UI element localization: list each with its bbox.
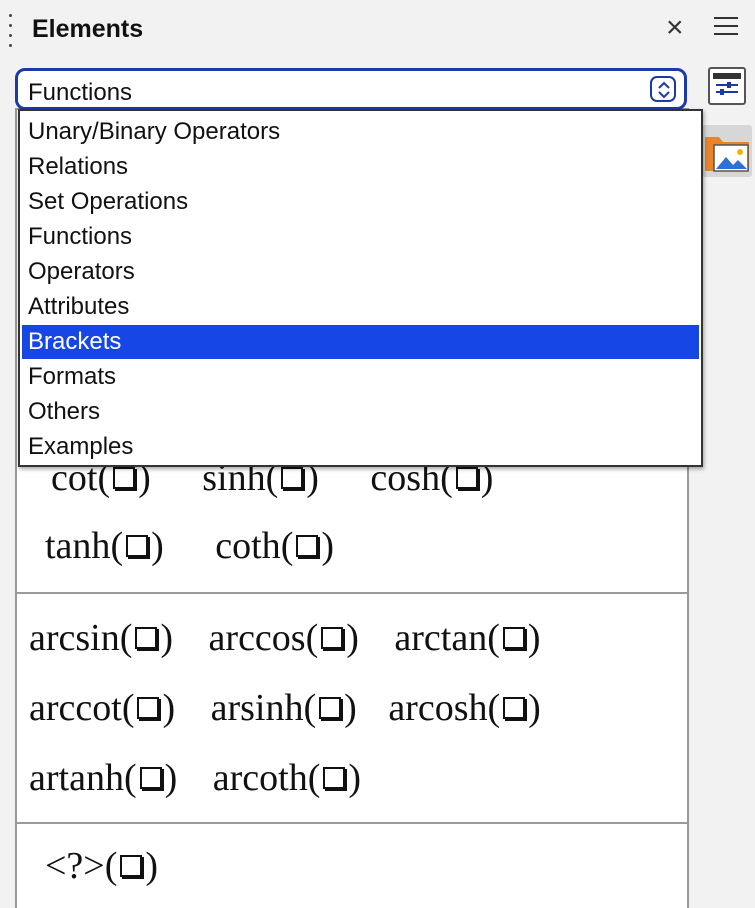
dropdown-option-unary-binary-operators[interactable]: Unary/Binary Operators [22, 115, 699, 149]
element-row: arcsin() arccos() arctan() [29, 618, 541, 658]
hamburger-menu-icon[interactable] [714, 17, 738, 41]
placeholder-icon [126, 535, 149, 557]
group-separator [17, 592, 687, 594]
dropdown-option-set-operations[interactable]: Set Operations [22, 185, 699, 219]
placeholder-icon [139, 767, 162, 789]
element-arctan[interactable]: arctan() [394, 618, 540, 658]
group-separator [17, 822, 687, 824]
element-arcsin[interactable]: arcsin() [29, 618, 173, 658]
element-row: arccot() arsinh() arcosh() [29, 688, 541, 728]
placeholder-icon [296, 535, 319, 557]
element-row: tanh() coth() [45, 526, 334, 566]
element-artanh[interactable]: artanh() [29, 758, 177, 798]
element-custom-function[interactable]: <?>() [45, 846, 158, 886]
dropdown-option-operators[interactable]: Operators [22, 255, 699, 289]
element-tanh[interactable]: tanh() [45, 526, 164, 566]
element-row: artanh() arcoth() [29, 758, 361, 798]
element-arccos[interactable]: arccos() [209, 618, 359, 658]
properties-icon[interactable] [708, 67, 746, 105]
placeholder-icon [455, 467, 478, 489]
category-dropdown-list: Unary/Binary Operators Relations Set Ope… [18, 109, 703, 467]
element-arsinh[interactable]: arsinh() [211, 688, 357, 728]
gallery-icon[interactable] [702, 125, 752, 177]
dropdown-option-functions[interactable]: Functions [22, 220, 699, 254]
drag-handle-icon[interactable] [8, 14, 14, 52]
placeholder-icon [502, 627, 525, 649]
placeholder-icon [323, 767, 346, 789]
element-arccot[interactable]: arccot() [29, 688, 175, 728]
placeholder-icon [503, 697, 526, 719]
category-combobox[interactable]: Functions [15, 68, 687, 110]
placeholder-icon [321, 627, 344, 649]
category-selected-value: Functions [28, 79, 133, 106]
dropdown-option-examples[interactable]: Examples [22, 430, 699, 464]
panel-title: Elements [32, 15, 144, 43]
dropdown-option-brackets[interactable]: Brackets [22, 325, 699, 359]
element-row: <?>() [45, 846, 158, 886]
element-coth[interactable]: coth() [215, 526, 334, 566]
element-arcoth[interactable]: arcoth() [213, 758, 361, 798]
placeholder-icon [137, 697, 160, 719]
panel-header: Elements × [0, 0, 755, 62]
dropdown-option-formats[interactable]: Formats [22, 360, 699, 394]
placeholder-icon [120, 855, 143, 877]
placeholder-icon [113, 467, 136, 489]
dropdown-option-relations[interactable]: Relations [22, 150, 699, 184]
element-arcosh[interactable]: arcosh() [388, 688, 541, 728]
placeholder-icon [135, 627, 158, 649]
close-icon[interactable]: × [666, 13, 684, 43]
dropdown-option-others[interactable]: Others [22, 395, 699, 429]
dropdown-option-attributes[interactable]: Attributes [22, 290, 699, 324]
up-down-chevron-icon[interactable] [650, 76, 676, 102]
placeholder-icon [281, 467, 304, 489]
placeholder-icon [319, 697, 342, 719]
